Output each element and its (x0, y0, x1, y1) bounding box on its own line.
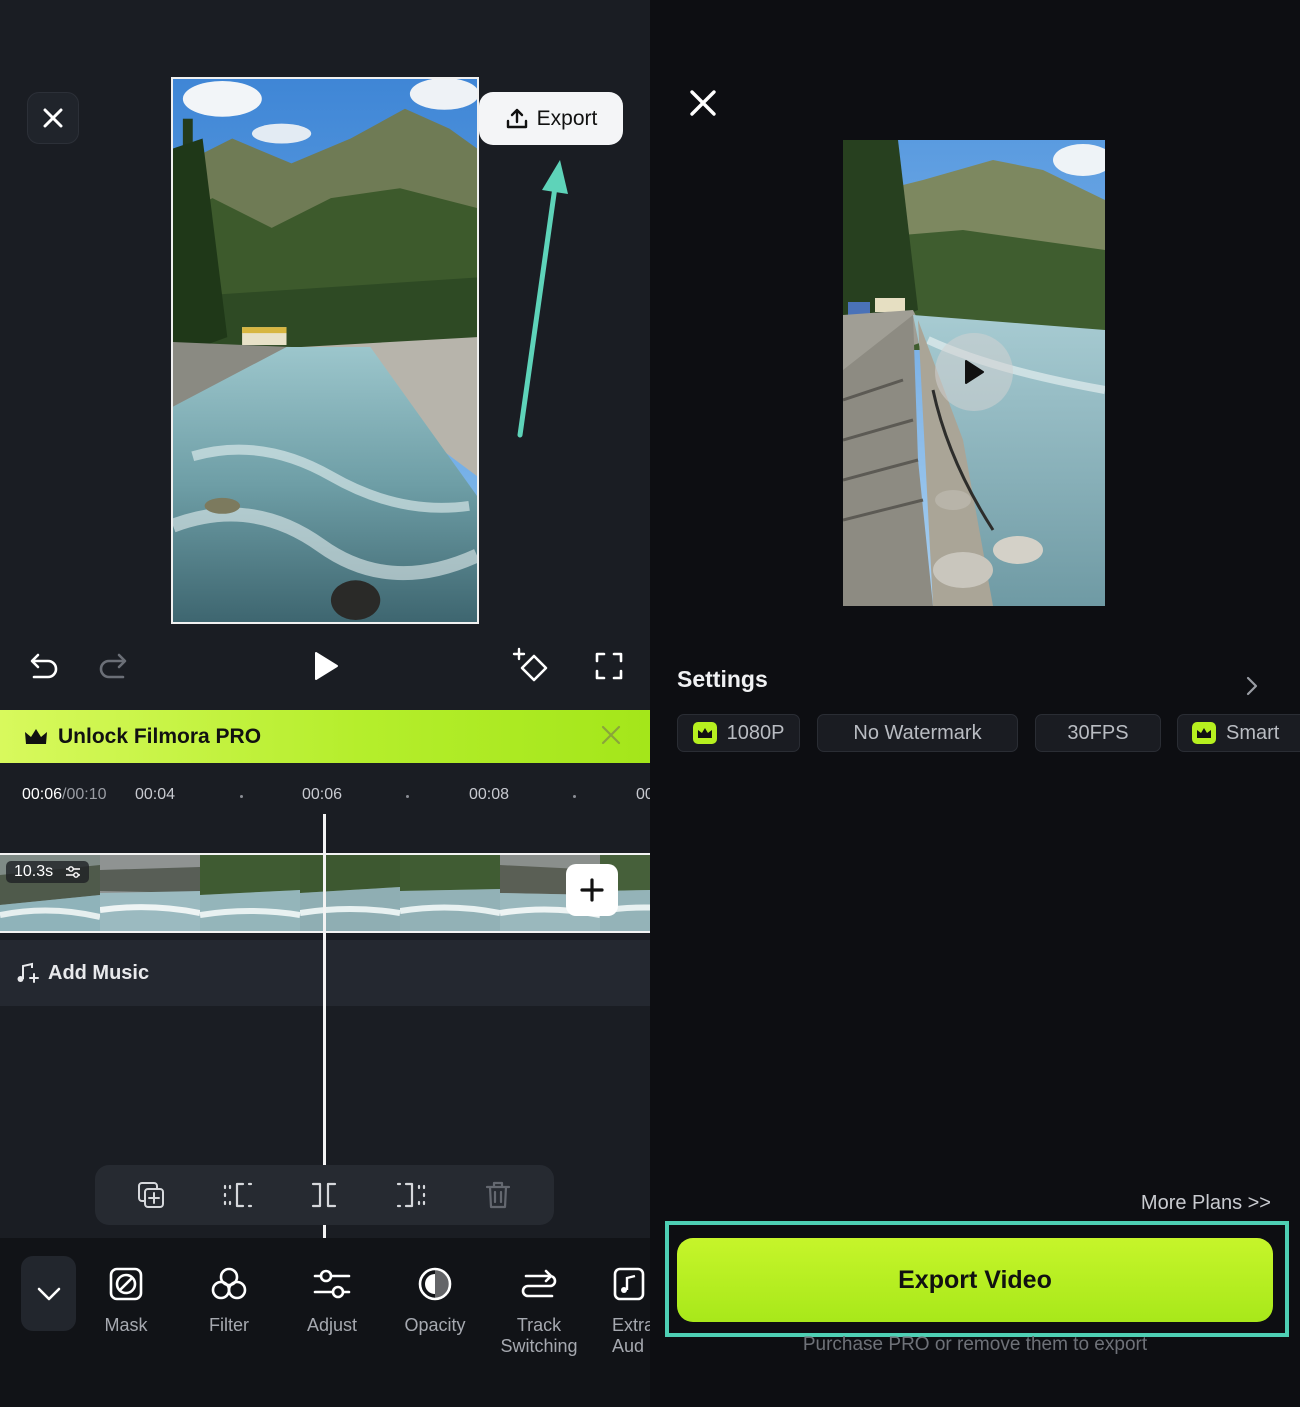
trim-right-icon (396, 1182, 426, 1208)
resolution-chip[interactable]: 1080P (677, 714, 800, 752)
opacity-icon (418, 1267, 452, 1301)
chevron-down-icon (37, 1287, 60, 1300)
river-landscape-image (173, 79, 477, 622)
trim-left-icon (223, 1182, 253, 1208)
close-icon (690, 90, 716, 116)
tool-label: Mask (104, 1315, 148, 1335)
ruler-dot (573, 795, 576, 798)
play-icon (965, 360, 984, 384)
add-music-label: Add Music (48, 961, 150, 984)
add-clip-button[interactable] (566, 864, 618, 916)
pro-crown-icon (692, 722, 717, 744)
smart-chip[interactable]: Smart (1177, 714, 1300, 752)
bottom-toolbar: Mask Filter Adjust Opacity Track Switchi… (0, 1238, 650, 1407)
adjust-icon (313, 1269, 351, 1299)
purchase-note: Purchase PRO or remove them to export (802, 1334, 1148, 1355)
tool-adjust[interactable]: Adjust (282, 1264, 382, 1336)
tool-extract-audio[interactable]: Extra Aud (585, 1264, 650, 1357)
crown-icon (24, 727, 48, 747)
settings-title: Settings (677, 666, 768, 692)
preview-play-button[interactable] (935, 333, 1013, 411)
split-button[interactable] (308, 1179, 340, 1211)
redo-button[interactable] (95, 648, 131, 684)
export-video-button[interactable]: Export Video (677, 1238, 1273, 1322)
ruler-dot (406, 795, 409, 798)
time-marker: 00:08 (469, 786, 510, 803)
chip-label: No Watermark (853, 721, 982, 744)
fps-chip[interactable]: 30FPS (1035, 714, 1161, 752)
collapse-button[interactable] (21, 1256, 76, 1331)
tool-label: Track Switching (500, 1315, 578, 1356)
extract-audio-icon (613, 1267, 645, 1301)
clip-thumbnail (200, 855, 300, 931)
adjust-sliders-icon (66, 866, 81, 878)
watermark-chip[interactable]: No Watermark (817, 714, 1018, 752)
unlock-pro-banner[interactable]: Unlock Filmora PRO (0, 710, 650, 763)
export-screen: Settings 1080P No Watermark 30FPS Smart … (650, 0, 1300, 1407)
fullscreen-button[interactable] (592, 649, 626, 683)
keyframe-button[interactable] (512, 646, 552, 686)
mask-icon (109, 1267, 143, 1301)
clip-thumbnail (300, 855, 400, 931)
music-add-icon (16, 962, 40, 984)
time-marker: 00 (636, 786, 650, 803)
time-marker: 00:04 (135, 786, 176, 803)
settings-chevron[interactable] (1246, 676, 1258, 701)
undo-icon (30, 653, 58, 679)
delete-button[interactable] (482, 1179, 514, 1211)
time-marker: 00:06 (302, 786, 343, 803)
clip-thumbnail (400, 855, 500, 931)
upload-icon (506, 108, 527, 128)
tool-mask[interactable]: Mask (76, 1264, 176, 1336)
tool-label: Opacity (404, 1315, 466, 1335)
plus-icon (580, 878, 604, 902)
duplicate-button[interactable] (135, 1179, 167, 1211)
play-icon (315, 652, 338, 680)
trim-start-button[interactable] (222, 1179, 254, 1211)
redo-icon (99, 653, 127, 679)
current-time: 00:06 (22, 786, 63, 803)
split-icon (311, 1182, 337, 1208)
pro-crown-icon (1192, 722, 1216, 744)
clip-duration-badge: 10.3s (6, 861, 90, 883)
close-icon (43, 108, 63, 128)
trash-icon (485, 1181, 511, 1209)
timeline-ruler: 00:06/00:10 00:04 00:06 00:08 00 (0, 786, 650, 808)
tool-track-switching[interactable]: Track Switching (489, 1264, 589, 1357)
chip-label: Smart (1226, 721, 1280, 744)
trim-end-button[interactable] (395, 1179, 427, 1211)
more-plans-link[interactable]: More Plans >> (1141, 1192, 1271, 1215)
tool-label: Filter (209, 1315, 249, 1335)
duplicate-icon (138, 1182, 164, 1208)
editor-screen: Export Unlock Filmora PRO 00:06/00:10 00… (0, 0, 650, 1407)
chip-label: 30FPS (1067, 721, 1129, 744)
chip-label: 1080P (726, 721, 785, 744)
tool-label: Adjust (306, 1315, 358, 1335)
tool-opacity[interactable]: Opacity (385, 1264, 485, 1336)
unlock-pro-label: Unlock Filmora PRO (58, 724, 262, 748)
clip-edit-toolbar (95, 1165, 554, 1225)
export-button[interactable]: Export (479, 92, 623, 145)
play-button[interactable] (308, 648, 344, 684)
export-label: Export (536, 106, 598, 130)
clip-thumbnail (100, 855, 200, 931)
video-preview[interactable] (171, 77, 479, 624)
keyframe-add-icon (512, 647, 548, 682)
close-banner-icon[interactable] (600, 724, 622, 752)
tool-label: Extra Aud (612, 1315, 650, 1356)
ruler-dot (240, 795, 243, 798)
undo-button[interactable] (26, 648, 62, 684)
close-editor-button[interactable] (27, 92, 79, 144)
annotation-arrow (517, 160, 568, 438)
clip-duration: 10.3s (14, 863, 54, 880)
total-time: /00:10 (62, 786, 107, 803)
track-switching-icon (521, 1269, 557, 1298)
filter-icon (211, 1267, 247, 1300)
close-export-button[interactable] (688, 88, 718, 118)
fullscreen-icon (595, 652, 623, 680)
chevron-right-icon (1246, 676, 1258, 696)
tool-filter[interactable]: Filter (179, 1264, 279, 1336)
time-readout: 00:06/00:10 (22, 786, 107, 804)
